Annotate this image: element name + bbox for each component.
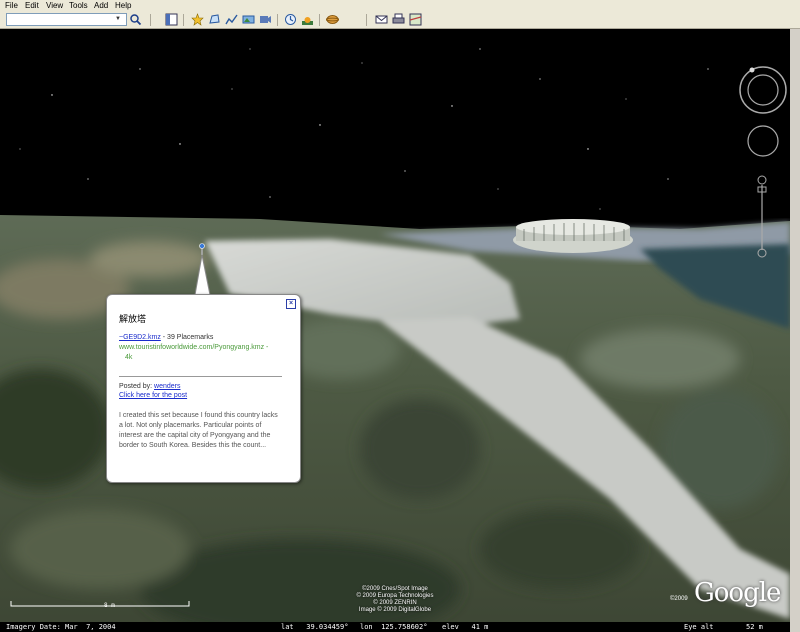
polygon-icon — [209, 14, 220, 24]
latitude: lat 39.034459° — [281, 623, 349, 631]
email-button[interactable] — [375, 13, 388, 26]
close-icon[interactable]: × — [286, 299, 296, 309]
navigation-control[interactable] — [738, 62, 788, 262]
sky-icon — [326, 15, 339, 24]
eye-alt-value: 52 m — [746, 623, 763, 631]
balloon-title: 解放塔 — [119, 314, 147, 324]
eye-alt-label: Eye alt — [684, 623, 714, 631]
compass-ring-icon[interactable] — [747, 74, 779, 106]
tour-icon — [260, 16, 271, 23]
search-icon — [130, 14, 142, 26]
posted-by-line: Posted by: wenders — [119, 382, 181, 392]
imagery-date: Imagery Date: Mar 7, 2004 — [6, 623, 116, 631]
search-input[interactable] — [6, 13, 127, 26]
add-placemark-button[interactable] — [191, 13, 204, 26]
posted-by-user-link[interactable]: wenders — [154, 383, 180, 390]
zoom-in-icon[interactable] — [757, 175, 767, 185]
attribution-line: ©2009 Cnes/Spot Image — [362, 586, 428, 592]
menu-view[interactable]: View — [46, 1, 63, 10]
balloon-divider — [119, 376, 282, 377]
balloon-description: I created this set because I found this … — [119, 412, 278, 449]
sunlight-button[interactable] — [301, 13, 314, 26]
kmz-file-link[interactable]: ~GE9D2.kmz — [119, 334, 161, 341]
historical-imagery-button[interactable] — [284, 13, 297, 26]
toolbar-separator — [319, 14, 320, 26]
toolbar-separator — [277, 14, 278, 26]
menu-file[interactable]: File — [5, 1, 18, 10]
post-link[interactable]: Click here for the post — [119, 392, 187, 399]
print-button[interactable] — [392, 13, 405, 26]
move-joystick-icon[interactable] — [747, 125, 779, 157]
record-tour-button[interactable] — [259, 13, 272, 26]
add-polygon-button[interactable] — [208, 13, 221, 26]
source-url: www.touristinfoworldwide.com/Pyongyang.k… — [119, 344, 269, 351]
history-icon — [285, 14, 296, 25]
menu-help[interactable]: Help — [115, 1, 131, 10]
attribution-line: © 2009 ZENRIN — [373, 600, 417, 606]
menu-bar: File Edit View Tools Add Help — [0, 0, 800, 12]
balloon-file-info: ~GE9D2.kmz - 39 Placemarks www.touristin… — [119, 333, 289, 363]
maps-icon — [409, 13, 422, 26]
search-dropdown-icon[interactable]: ▼ — [115, 14, 121, 24]
path-icon — [225, 14, 238, 25]
email-icon — [375, 15, 388, 24]
placemark-count: - 39 Placemarks — [162, 334, 214, 341]
posted-by-label: Posted by: — [119, 383, 153, 390]
view-in-maps-button[interactable] — [409, 13, 422, 26]
logo-copyright: ©2009 — [670, 596, 688, 602]
imagery-attribution: ©2009 Cnes/Spot Image © 2009 Europa Tech… — [330, 586, 460, 614]
scale-label: 8 m — [104, 602, 115, 609]
file-size: 4k — [125, 354, 133, 361]
elevation: elev 41 m — [442, 623, 489, 631]
google-logo: Google — [694, 578, 781, 608]
attribution-line: Image © 2009 DigitalGlobe — [358, 607, 432, 613]
placemark-icon — [191, 13, 204, 26]
menu-tools[interactable]: Tools — [69, 1, 88, 10]
toolbar: ▼ — [0, 12, 800, 29]
toolbar-separator — [366, 14, 367, 26]
switch-to-sky-button[interactable] — [326, 13, 339, 26]
sidebar-icon — [165, 13, 178, 26]
print-icon — [392, 13, 405, 24]
sidebar-button[interactable] — [165, 13, 178, 26]
scale-bar — [10, 601, 190, 607]
sunlight-icon — [302, 17, 313, 25]
overlay-icon — [242, 15, 255, 24]
toolbar-separator — [150, 14, 151, 26]
attribution-line: © 2009 Europa Technologies — [356, 593, 434, 599]
search-button[interactable] — [129, 13, 142, 26]
menu-add[interactable]: Add — [94, 1, 108, 10]
scrollbar[interactable] — [790, 29, 800, 632]
zoom-out-icon[interactable] — [757, 248, 767, 258]
toolbar-separator — [183, 14, 184, 26]
look-ring-icon[interactable] — [739, 66, 787, 114]
placemark-balloon: × 解放塔 ~GE9D2.kmz - 39 Placemarks www.tou… — [106, 294, 301, 483]
menu-edit[interactable]: Edit — [25, 1, 39, 10]
image-overlay-button[interactable] — [242, 13, 255, 26]
status-bar: Imagery Date: Mar 7, 2004 lat 39.034459°… — [0, 622, 790, 632]
longitude: lon 125.758602° — [360, 623, 428, 631]
add-path-button[interactable] — [225, 13, 238, 26]
north-indicator-icon — [749, 67, 755, 73]
stadium — [513, 219, 633, 253]
